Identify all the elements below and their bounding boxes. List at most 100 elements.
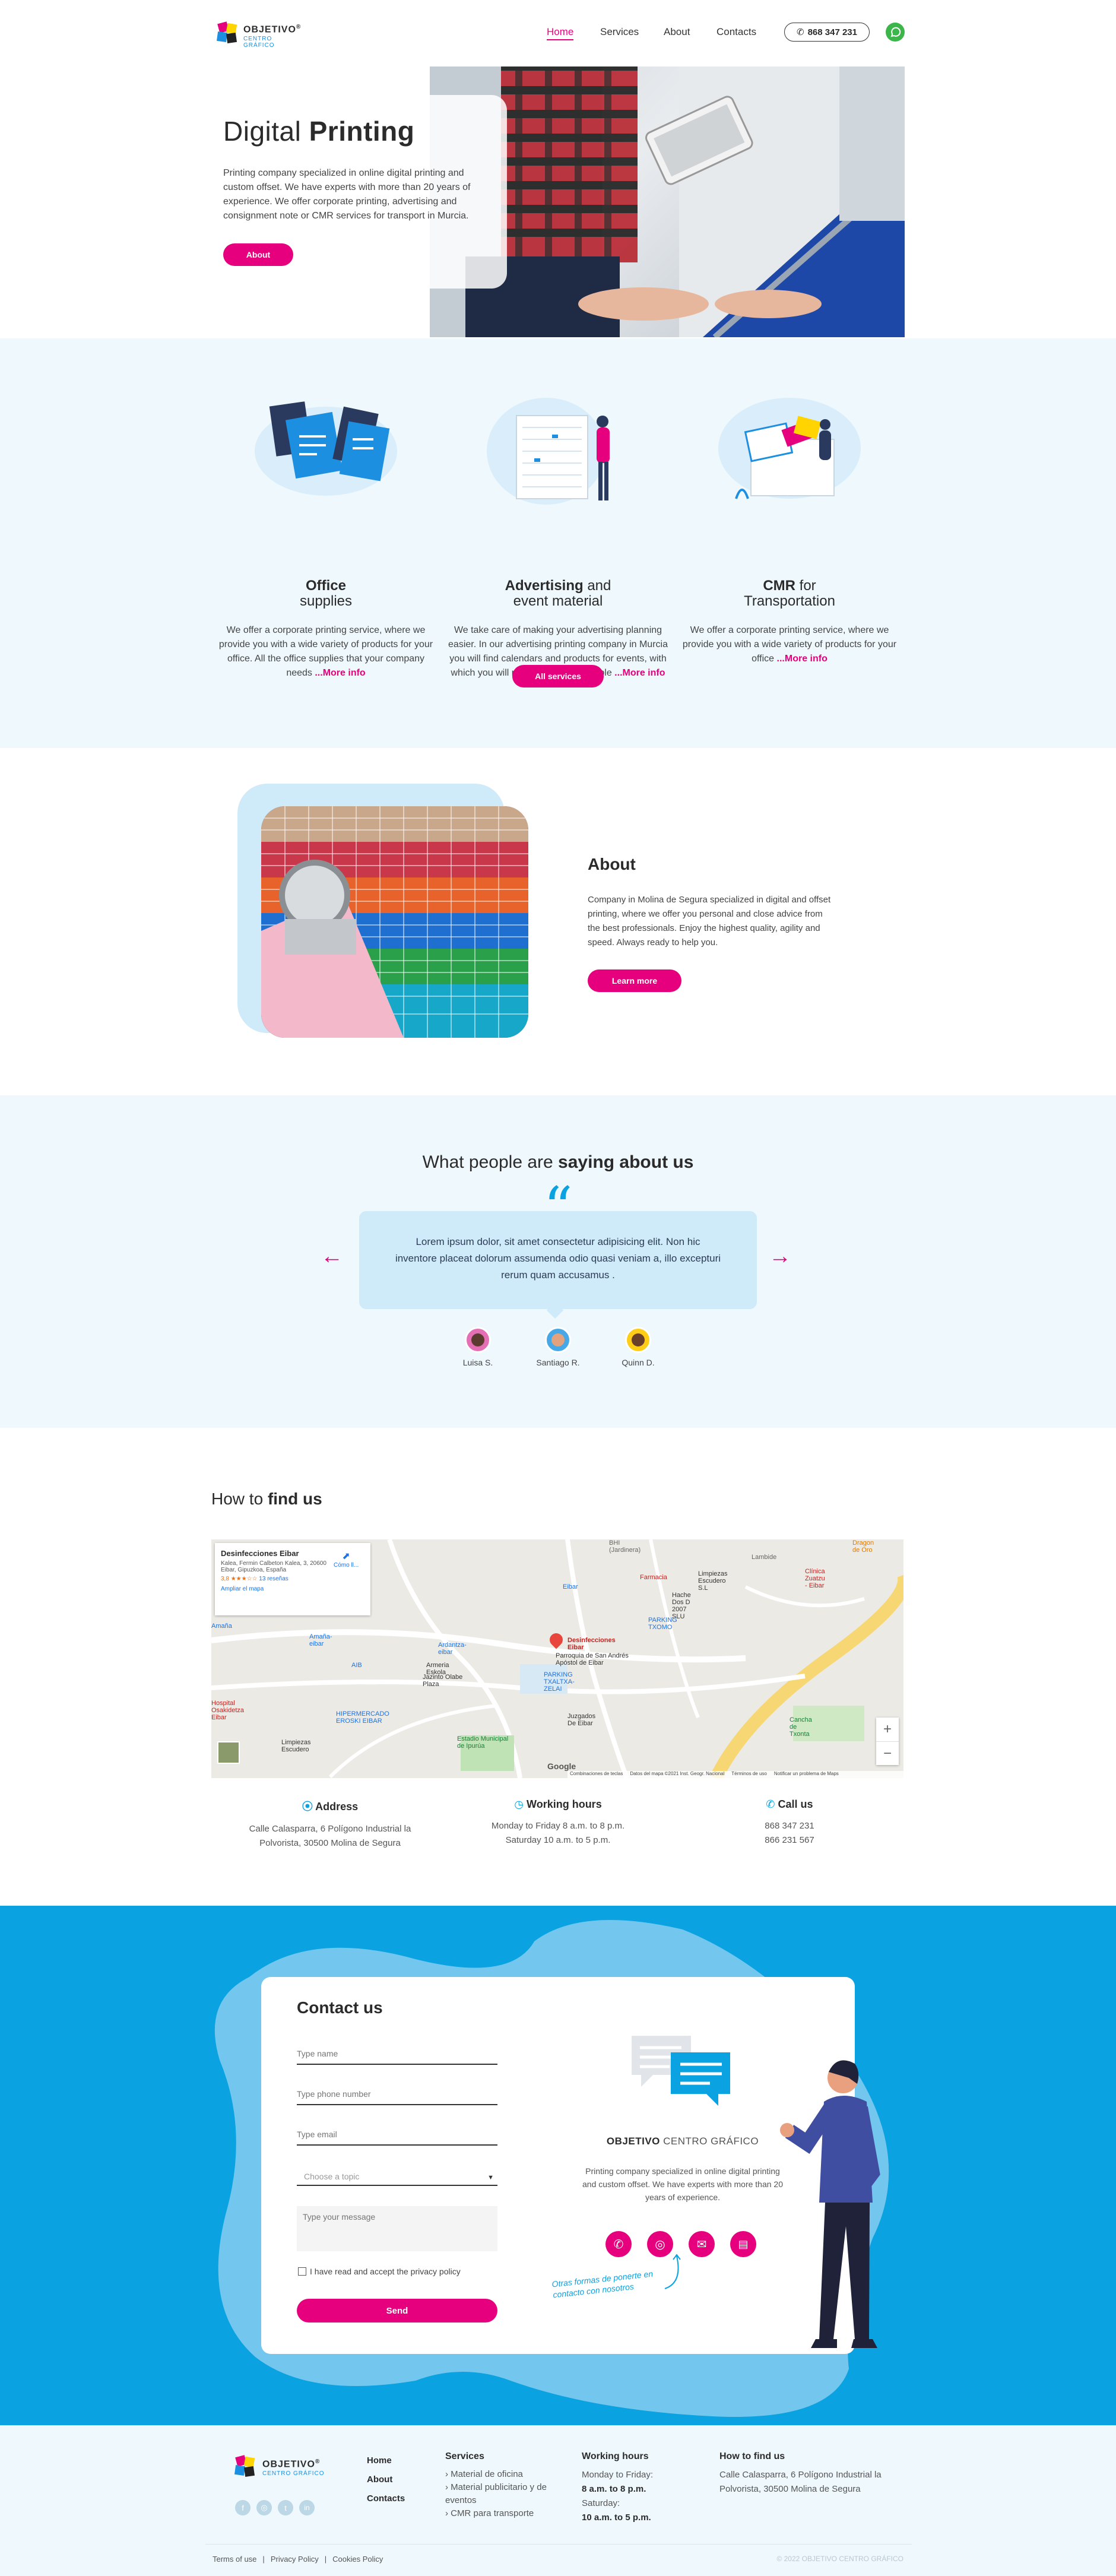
service-advertising-title-line2: event material bbox=[513, 593, 603, 609]
service-advertising-more-link[interactable]: ...More info bbox=[614, 668, 665, 678]
footer-services-title: Services bbox=[445, 2451, 484, 2461]
footer: OBJETIVO® CENTRO GRÁFICO f ◎ t in Home A… bbox=[0, 2425, 1116, 2576]
map-label: Limpiezas Escudero S.L bbox=[698, 1570, 728, 1592]
linkedin-icon[interactable]: in bbox=[299, 2500, 315, 2515]
service-advertising-title-bold: Advertising bbox=[505, 578, 584, 594]
twitter-icon[interactable]: t bbox=[278, 2500, 293, 2515]
whatsapp-icon[interactable] bbox=[885, 22, 905, 42]
nav-services[interactable]: Services bbox=[600, 26, 639, 38]
footer-service-link[interactable]: CMR para transporte bbox=[451, 2508, 534, 2518]
hero-section: Digital Printing Printing company specia… bbox=[0, 65, 1116, 338]
man-waving-icon bbox=[780, 2060, 880, 2348]
footer-find-title: How to find us bbox=[719, 2451, 785, 2461]
map-label: Amaña-eibar bbox=[309, 1633, 332, 1647]
learn-more-button[interactable]: Learn more bbox=[588, 969, 681, 992]
terms-link[interactable]: Terms of use bbox=[213, 2555, 256, 2564]
map-directions-link[interactable]: ⬈ Cómo ll... bbox=[334, 1550, 359, 1569]
footer-logo-sub: CENTRO GRÁFICO bbox=[262, 2470, 325, 2477]
footer-nav-contacts[interactable]: Contacts bbox=[367, 2489, 405, 2508]
map-terms[interactable]: Términos de uso bbox=[731, 1771, 767, 1778]
map-thumbnail[interactable] bbox=[217, 1741, 240, 1764]
hours-block: ◷ Working hours Monday to Friday 8 a.m. … bbox=[469, 1798, 647, 1848]
nav-contacts[interactable]: Contacts bbox=[716, 26, 756, 38]
phone-field[interactable] bbox=[297, 2084, 497, 2105]
person-santiago[interactable]: Santiago R. bbox=[534, 1327, 582, 1367]
phone-icon[interactable]: ✆ bbox=[605, 2231, 632, 2257]
about-title: About bbox=[588, 855, 636, 873]
privacy-link[interactable]: Privacy Policy bbox=[271, 2555, 319, 2564]
map-label: Jazinto Olabe Plaza bbox=[423, 1674, 463, 1688]
map-label: Desinfecciones Eibar bbox=[567, 1637, 616, 1651]
contact-brand: OBJETIVO CENTRO GRÁFICO bbox=[582, 2135, 784, 2147]
contact-brand-light: CENTRO GRÁFICO bbox=[660, 2135, 759, 2147]
zoom-in-button[interactable]: + bbox=[876, 1718, 899, 1741]
about-section: About Company in Molina de Segura specia… bbox=[0, 748, 1116, 1095]
logo-mark-icon bbox=[234, 2455, 255, 2477]
chevron-down-icon: ▼ bbox=[487, 2174, 494, 2181]
footer-logo[interactable]: OBJETIVO® CENTRO GRÁFICO bbox=[233, 2454, 334, 2480]
send-button[interactable]: Send bbox=[297, 2299, 497, 2322]
directions-icon: ⬈ bbox=[342, 1551, 350, 1561]
phone-number: 868 347 231 bbox=[807, 27, 857, 37]
privacy-checkbox[interactable] bbox=[298, 2267, 306, 2276]
footer-logo-reg: ® bbox=[315, 2458, 321, 2465]
map[interactable]: Desinfecciones Eibar Kalea, Fermin Calbe… bbox=[211, 1539, 903, 1778]
service-advertising-title-light: and bbox=[583, 578, 611, 594]
footer-service-link[interactable]: Material de oficina bbox=[451, 2469, 523, 2479]
phone-icon: ✆ bbox=[766, 1798, 775, 1810]
copyright: © 2022 OBJETIVO CENTRO GRÁFICO bbox=[776, 2555, 903, 2563]
address-title: Address bbox=[315, 1801, 359, 1813]
logo[interactable]: OBJETIVO® CENTRO GRÁFICO bbox=[215, 20, 304, 49]
footer-services: Services › Material de oficina › Materia… bbox=[445, 2451, 552, 2520]
map-label: Ardantza-eibar bbox=[438, 1642, 467, 1656]
email-field[interactable] bbox=[297, 2124, 497, 2146]
footer-hours-line: Saturday: bbox=[582, 2498, 620, 2508]
footer-nav-about[interactable]: About bbox=[367, 2470, 405, 2489]
service-office-more-link[interactable]: ...More info bbox=[315, 668, 365, 678]
map-shortcuts[interactable]: Combinaciones de teclas bbox=[570, 1771, 623, 1778]
hours-line2: Saturday 10 a.m. to 5 p.m. bbox=[505, 1835, 611, 1845]
services-section: Office supplies We offer a corporate pri… bbox=[0, 338, 1116, 748]
person-name: Santiago R. bbox=[536, 1358, 580, 1367]
footer-service-link[interactable]: Material publicitario y de eventos bbox=[445, 2482, 547, 2505]
name-field[interactable] bbox=[297, 2043, 497, 2065]
service-office-title-light: supplies bbox=[299, 593, 353, 609]
service-cmr-title-bold: CMR bbox=[763, 578, 795, 594]
call-title: Call us bbox=[778, 1798, 813, 1810]
testimonial-quote: Lorem ipsum dolor, sit amet consectetur … bbox=[395, 1236, 721, 1281]
mail-icon[interactable]: ✉ bbox=[689, 2231, 715, 2257]
person-quinn[interactable]: Quinn D. bbox=[614, 1327, 662, 1367]
testimonials-title: What people are saying about us bbox=[0, 1152, 1116, 1173]
map-label: Juzgados De Eibar bbox=[567, 1713, 596, 1727]
footer-nav-home[interactable]: Home bbox=[367, 2451, 405, 2470]
phone-button[interactable]: ✆ 868 347 231 bbox=[784, 23, 870, 42]
service-cmr-more-link[interactable]: ...More info bbox=[777, 654, 828, 664]
nav-home[interactable]: Home bbox=[547, 26, 574, 40]
nav-about[interactable]: About bbox=[664, 26, 690, 38]
person-luisa[interactable]: Luisa S. bbox=[454, 1327, 502, 1367]
map-report[interactable]: Notificar un problema de Maps bbox=[774, 1771, 839, 1778]
testimonial-next-button[interactable]: → bbox=[769, 1244, 791, 1269]
call-phone2[interactable]: 866 231 567 bbox=[765, 1835, 814, 1845]
map-label: AIB bbox=[351, 1662, 362, 1669]
map-label: Google bbox=[547, 1761, 576, 1771]
topic-select[interactable]: Choose a topic ▼ bbox=[297, 2166, 497, 2186]
hero-about-button[interactable]: About bbox=[223, 243, 293, 266]
footer-hours-line: 8 a.m. to 8 p.m. bbox=[582, 2484, 646, 2494]
contact-section: Contact us Choose a topic ▼ I have read a… bbox=[0, 1906, 1116, 2425]
instagram-icon[interactable]: ◎ bbox=[256, 2500, 272, 2515]
call-phone1[interactable]: 868 347 231 bbox=[765, 1821, 814, 1831]
testimonial-prev-button[interactable]: ← bbox=[321, 1244, 343, 1269]
facebook-icon[interactable]: f bbox=[235, 2500, 251, 2515]
hero-text: Printing company specialized in online d… bbox=[223, 168, 471, 221]
hours-title: Working hours bbox=[527, 1798, 602, 1810]
zoom-out-button[interactable]: − bbox=[876, 1741, 899, 1765]
map-zoom-control: + − bbox=[876, 1718, 899, 1765]
message-field[interactable] bbox=[297, 2206, 497, 2251]
all-services-button[interactable]: All services bbox=[512, 665, 604, 687]
map-reviews[interactable]: 13 reseñas bbox=[259, 1576, 288, 1582]
privacy-consent: I have read and accept the privacy polic… bbox=[298, 2267, 461, 2276]
cookies-link[interactable]: Cookies Policy bbox=[332, 2555, 383, 2564]
chat-icon[interactable]: ▤ bbox=[730, 2231, 756, 2257]
map-enlarge-link[interactable]: Ampliar el mapa bbox=[221, 1586, 364, 1592]
